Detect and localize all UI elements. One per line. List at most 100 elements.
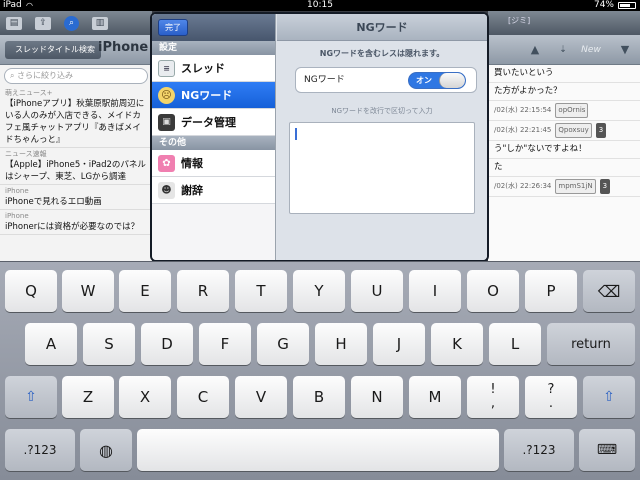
search-icon: ⌕ — [10, 71, 18, 80]
done-button[interactable]: 完了 — [158, 19, 188, 36]
battery-icon — [618, 2, 636, 9]
menu-item-acknowledgements[interactable]: ☻ 謝辞 — [152, 177, 275, 204]
post-text: 買いたいという — [488, 65, 640, 83]
ng-toggle-row: NGワード オン — [295, 67, 477, 93]
space-bar[interactable] — [137, 429, 499, 471]
key-r[interactable]: R — [177, 270, 229, 312]
text-caret — [295, 128, 297, 140]
list-item[interactable]: iPhone iPhoneで見れるエロ動画 — [0, 185, 152, 210]
book-icon[interactable]: ▥ — [92, 16, 108, 30]
key-question-period[interactable]: ? . — [525, 376, 577, 418]
list-item-category: iPhone — [5, 187, 29, 195]
key-o[interactable]: O — [467, 270, 519, 312]
key-i[interactable]: I — [409, 270, 461, 312]
post-id[interactable]: Qpoxsuy — [555, 123, 592, 138]
status-bar: iPad ◠ 10:15 74% — [0, 0, 640, 11]
key-w[interactable]: W — [62, 270, 114, 312]
list-item-title: 【Apple】iPhone5・iPad2のパネルはシャープ、東芝、LGから調達 — [5, 160, 146, 182]
menu-item-info[interactable]: ✿ 情報 — [152, 150, 275, 177]
ng-note: NGワードを含むレスは隠れます。 — [319, 49, 445, 58]
thread-list-icon: ≡ — [158, 59, 175, 77]
key-n[interactable]: N — [351, 376, 403, 418]
person-icon: ☻ — [158, 181, 175, 199]
list-item-title: iPhoneで見れるエロ動画 — [5, 197, 102, 207]
list-item[interactable]: 萌えニュース+ 【iPhoneアプリ】秋葉原駅前周辺にいる人のみが入店できる、メ… — [0, 87, 152, 148]
thread-detail-pane: [ジミ] ▲ ⇣ New ▼ 買いたいという た方がよかった？ /02(水) 2… — [488, 11, 640, 261]
key-exclaim-comma[interactable]: ! , — [467, 376, 519, 418]
key-k[interactable]: K — [431, 323, 483, 365]
folder-icon[interactable]: ▤ — [6, 16, 22, 30]
battery-percent: 74% — [593, 0, 614, 10]
globe-icon[interactable]: ◍ — [80, 429, 132, 471]
key-v[interactable]: V — [235, 376, 287, 418]
search-placeholder: さらに絞り込み — [17, 71, 74, 80]
numbers-key[interactable]: .?123 — [504, 429, 574, 471]
key-j[interactable]: J — [373, 323, 425, 365]
info-icon: ✿ — [158, 154, 175, 172]
key-q[interactable]: Q — [5, 270, 57, 312]
menu-item-label: スレッド — [181, 62, 225, 75]
left-nav-bar: スレッドタイトル検索 iPhone — [0, 35, 152, 65]
key-t[interactable]: T — [235, 270, 287, 312]
numbers-key[interactable]: .?123 — [5, 429, 75, 471]
key-e[interactable]: E — [119, 270, 171, 312]
left-toolbar: ▤ ⇪ ⌕ ▥ — [0, 11, 152, 35]
hide-keyboard-icon[interactable]: ⌨ — [579, 429, 635, 471]
key-s[interactable]: S — [83, 323, 135, 365]
post-date: /02(水) 22:15:54 — [494, 106, 552, 114]
ng-word-switch[interactable]: オン — [408, 72, 466, 89]
section-header-other: その他 — [152, 136, 275, 150]
scroll-down-button[interactable]: ▼ — [614, 41, 636, 59]
menu-item-label: 情報 — [181, 157, 203, 170]
key-c[interactable]: C — [177, 376, 229, 418]
list-item-category: ニュース速報 — [5, 150, 47, 158]
post-date: /02(水) 22:26:34 — [494, 182, 552, 190]
search-icon[interactable]: ⌕ — [64, 15, 79, 31]
menu-item-data-management[interactable]: ▣ データ管理 — [152, 109, 275, 136]
page-title: iPhone — [98, 40, 149, 55]
post-id[interactable]: mpmS1jN — [555, 179, 596, 194]
switch-state-label: オン — [416, 76, 432, 85]
shift-icon[interactable]: ⇧ — [583, 376, 635, 418]
post-id[interactable]: opOrnis — [555, 103, 589, 118]
key-l[interactable]: L — [489, 323, 541, 365]
key-g[interactable]: G — [257, 323, 309, 365]
ng-toggle-label: NGワード — [304, 75, 345, 85]
key-label: ! , — [490, 382, 496, 411]
right-toolbar: [ジミ] — [488, 11, 640, 35]
menu-item-label: データ管理 — [181, 116, 236, 129]
key-m[interactable]: M — [409, 376, 461, 418]
new-posts-button[interactable]: New — [570, 41, 612, 59]
key-f[interactable]: F — [199, 323, 251, 365]
key-b[interactable]: B — [293, 376, 345, 418]
key-x[interactable]: X — [119, 376, 171, 418]
menu-item-ng-word[interactable]: ☹ NGワード — [152, 82, 275, 109]
key-d[interactable]: D — [141, 323, 193, 365]
key-z[interactable]: Z — [62, 376, 114, 418]
key-u[interactable]: U — [351, 270, 403, 312]
post-text: う"しか"ないですよね！ — [488, 141, 640, 159]
key-h[interactable]: H — [315, 323, 367, 365]
key-a[interactable]: A — [25, 323, 77, 365]
switch-knob[interactable] — [439, 73, 465, 88]
back-button[interactable]: スレッドタイトル検索 — [5, 41, 101, 59]
list-item[interactable]: ニュース速報 【Apple】iPhone5・iPad2のパネルはシャープ、東芝、… — [0, 148, 152, 185]
menu-item-label: NGワード — [181, 89, 233, 102]
return-key[interactable]: return — [547, 323, 635, 365]
clock: 10:15 — [307, 0, 333, 10]
backspace-icon[interactable]: ⌫ — [583, 270, 635, 312]
post-date: /02(水) 22:21:45 — [494, 126, 552, 134]
key-y[interactable]: Y — [293, 270, 345, 312]
key-p[interactable]: P — [525, 270, 577, 312]
list-item[interactable]: iPhone iPhonerには資格が必要なのでは？ — [0, 210, 152, 235]
upload-icon[interactable]: ⇪ — [35, 16, 51, 30]
shift-icon[interactable]: ⇧ — [5, 376, 57, 418]
post-count-badge: 3 — [595, 123, 607, 138]
scroll-up-button[interactable]: ▲ — [524, 41, 546, 59]
menu-item-thread[interactable]: ≡ スレッド — [152, 55, 275, 82]
right-nav-bar: ▲ ⇣ New ▼ — [488, 35, 640, 65]
refine-search-input[interactable]: ⌕ さらに絞り込み — [4, 68, 148, 84]
settings-sidebar-header: 完了 — [152, 14, 275, 41]
thread-list-pane: ▤ ⇪ ⌕ ▥ スレッドタイトル検索 iPhone ⌕ さらに絞り込み 萌えニュ… — [0, 11, 152, 261]
ng-word-textarea[interactable] — [289, 122, 475, 214]
